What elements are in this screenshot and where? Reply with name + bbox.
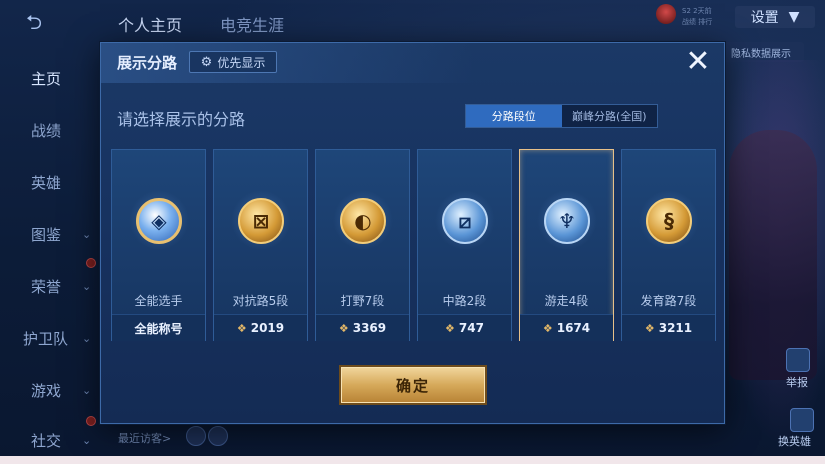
lane-card-points: 747 <box>458 321 484 335</box>
report-icon[interactable] <box>786 348 810 372</box>
rank-points-icon: ❖ <box>542 321 553 335</box>
top-status-text-1: S2 2天前 <box>682 7 712 15</box>
lane-card-footer: ❖ 3211 <box>622 314 715 341</box>
lane-card-footer-text: 全能称号 <box>134 321 183 336</box>
lane-display-dialog: 展示分路 ⚙ 优先显示 ✕ 请选择展示的分路 分路段位 巅峰分路(全国) ◈ 全… <box>100 42 725 424</box>
top-status-text-2: 战绩 排行 <box>682 18 713 26</box>
bottom-edge <box>0 456 825 464</box>
sidebar-item-social[interactable]: 社交 <box>31 430 61 451</box>
visitor-avatar[interactable] <box>208 426 228 446</box>
lane-card-farm-lane[interactable]: § 发育路7段 ❖ 3211 <box>621 149 716 341</box>
lane-card-name: 对抗路5段 <box>232 294 289 308</box>
lane-card-all-round[interactable]: ◈ 全能选手 全能称号 <box>111 149 206 341</box>
mid-lane-emblem-icon: ⧄ <box>442 198 488 244</box>
back-arrow-icon[interactable]: ⮌ <box>26 11 68 33</box>
dialog-header: 展示分路 ⚙ 优先显示 ✕ <box>101 43 724 83</box>
chevron-down-icon: ▼ <box>788 9 800 25</box>
lane-card-footer: ❖ 3369 <box>316 314 409 341</box>
lane-mode-segmented-control: 分路段位 巅峰分路(全国) <box>465 104 658 128</box>
sidebar-item-guard-team[interactable]: 护卫队 <box>23 328 68 349</box>
lane-card-name: 全能选手 <box>134 294 183 308</box>
settings-label: 设置 <box>750 10 779 26</box>
priority-display-button[interactable]: ⚙ 优先显示 <box>189 51 277 73</box>
farm-lane-emblem-icon: § <box>646 198 692 244</box>
chevron-down-icon: ⌄ <box>82 384 92 397</box>
tab-esports-career[interactable]: 电竞生涯 <box>220 12 284 36</box>
hero-showcase <box>715 60 825 464</box>
lane-card-name: 中路2段 <box>442 294 487 308</box>
clash-lane-emblem-icon: ⊠ <box>238 198 284 244</box>
lane-card-footer: ❖ 1674 <box>520 314 613 341</box>
sidebar-item-home[interactable]: 主页 <box>31 68 61 89</box>
lane-card-footer: 全能称号 <box>112 314 205 341</box>
lane-card-list: ◈ 全能选手 全能称号 ⊠ 对抗路5段 ❖ 2019 ◐ 打野7段 ❖ 3369 <box>111 149 716 343</box>
privacy-data-chip[interactable]: 隐私数据展示 <box>718 42 804 62</box>
lane-card-name: 打野7段 <box>340 294 385 308</box>
hero-figure <box>729 130 817 380</box>
segment-lane-rank[interactable]: 分路段位 <box>466 105 562 127</box>
lane-card-points: 1674 <box>556 321 591 335</box>
chevron-down-icon: ⌄ <box>82 434 92 447</box>
lane-card-roam[interactable]: ♆ 游走4段 ❖ 1674 <box>519 149 614 341</box>
tab-profile-home[interactable]: 个人主页 <box>118 12 182 36</box>
recent-visitors-link[interactable]: 最近访客> <box>118 430 171 446</box>
report-label[interactable]: 举报 <box>786 374 808 390</box>
lane-card-points: 3369 <box>352 321 387 335</box>
chevron-down-icon: ⌄ <box>82 280 92 293</box>
change-hero-label[interactable]: 换英雄 <box>778 433 811 449</box>
visitor-avatar[interactable] <box>186 426 206 446</box>
notification-dot-icon <box>86 416 96 426</box>
close-icon[interactable]: ✕ <box>681 46 715 80</box>
segment-peak-lane-national[interactable]: 巅峰分路(全国) <box>562 105 658 127</box>
priority-display-label: 优先显示 <box>217 55 266 70</box>
sidebar-item-honors[interactable]: 荣誉 <box>31 276 61 297</box>
notification-dot-icon <box>86 258 96 268</box>
left-nav: 主页 战绩 英雄 图鉴 ⌄ 荣誉 ⌄ 护卫队 ⌄ 游戏 ⌄ 社交 ⌄ <box>0 44 100 464</box>
top-bar: ⮌ 个人主页 电竞生涯 S2 2天前 战绩 排行 设置 ▼ <box>0 0 825 44</box>
lane-card-footer: ❖ 747 <box>418 314 511 341</box>
lane-card-jungle[interactable]: ◐ 打野7段 ❖ 3369 <box>315 149 410 341</box>
rank-points-icon: ❖ <box>445 321 455 335</box>
lane-card-points: 2019 <box>250 321 285 335</box>
confirm-button[interactable]: 确定 <box>341 367 485 403</box>
gear-icon: ⚙ <box>200 54 213 70</box>
chevron-down-icon: ⌄ <box>82 332 92 345</box>
lane-card-name: 游走4段 <box>544 294 589 308</box>
lane-card-footer: ❖ 2019 <box>214 314 307 341</box>
roam-emblem-icon: ♆ <box>544 198 590 244</box>
rank-points-icon: ❖ <box>644 321 655 335</box>
lane-card-mid-lane[interactable]: ⧄ 中路2段 ❖ 747 <box>417 149 512 341</box>
change-hero-icon[interactable] <box>790 408 814 432</box>
lane-card-points: 3211 <box>658 321 693 335</box>
jungle-emblem-icon: ◐ <box>340 198 386 244</box>
sidebar-item-games[interactable]: 游戏 <box>31 380 61 401</box>
sidebar-item-gallery[interactable]: 图鉴 <box>31 224 61 245</box>
lane-card-name: 发育路7段 <box>640 294 697 308</box>
lane-card-clash-lane[interactable]: ⊠ 对抗路5段 ❖ 2019 <box>213 149 308 341</box>
settings-dropdown[interactable]: 设置 ▼ <box>735 6 815 28</box>
rank-points-icon: ❖ <box>338 321 349 335</box>
chevron-down-icon: ⌄ <box>82 228 92 241</box>
dialog-subtitle: 请选择展示的分路 <box>117 110 246 129</box>
sidebar-item-heroes[interactable]: 英雄 <box>31 172 61 193</box>
sidebar-item-records[interactable]: 战绩 <box>31 120 61 141</box>
avatar[interactable] <box>656 4 676 24</box>
allround-emblem-icon: ◈ <box>136 198 182 244</box>
rank-points-icon: ❖ <box>236 321 247 335</box>
dialog-title: 展示分路 <box>117 54 178 72</box>
